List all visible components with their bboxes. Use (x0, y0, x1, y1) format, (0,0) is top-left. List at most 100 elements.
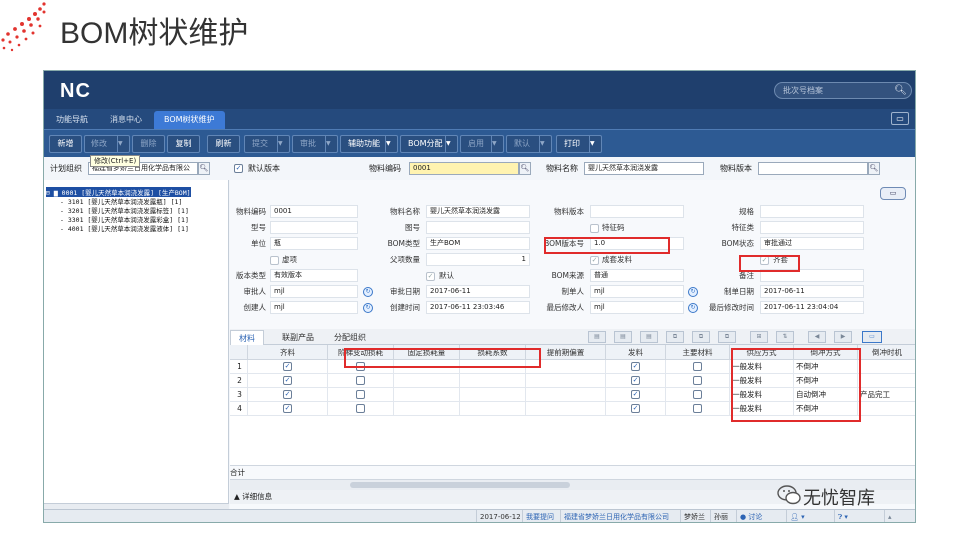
chevron-down-icon[interactable]: ▼ (277, 136, 289, 152)
top-search-input[interactable]: 批次号档案 🔍︎ (774, 82, 912, 99)
copy-button[interactable]: 复制 (167, 135, 200, 153)
backflush-timing-cell[interactable] (858, 360, 915, 374)
create-time-value[interactable]: 2017-06-11 23:03:46 (426, 301, 530, 314)
chevron-down-icon[interactable]: ▼ (445, 136, 457, 152)
model-value[interactable] (270, 221, 358, 234)
print-button[interactable]: 打印 ▼ (556, 135, 602, 153)
grid-cell[interactable] (394, 374, 460, 388)
material-version-input[interactable] (758, 162, 868, 175)
approve-date-value[interactable]: 2017-06-11 (426, 285, 530, 298)
submit-button[interactable]: 提交 ▼ (244, 135, 290, 153)
grid-cell[interactable] (526, 402, 606, 416)
approve-button[interactable]: 审批 ▼ (292, 135, 338, 153)
backflush-timing-cell[interactable] (858, 374, 915, 388)
user-ref-icon[interactable]: ↻ (688, 303, 698, 313)
search-icon[interactable]: 🔍︎ (868, 162, 880, 175)
creator-value[interactable]: mjl (270, 301, 358, 314)
zhuyao-checkbox[interactable] (693, 362, 702, 371)
qiliao-checkbox[interactable]: ✓ (283, 376, 292, 385)
grid-cell[interactable] (394, 402, 460, 416)
maker-value[interactable]: mjl (590, 285, 684, 298)
jieti-checkbox[interactable] (356, 376, 365, 385)
virtual-item-checkbox[interactable] (270, 256, 279, 265)
row-insert-icon[interactable]: ▤ (614, 331, 632, 343)
default-version-checkbox[interactable]: ✓ (234, 164, 243, 173)
user-ref-icon[interactable]: ↻ (363, 287, 373, 297)
grid-cell[interactable] (526, 388, 606, 402)
row-add-icon[interactable]: ▤ (588, 331, 606, 343)
bom-type-value[interactable]: 生产BOM (426, 237, 530, 250)
feature-class-value[interactable] (760, 221, 864, 234)
qiliao-checkbox[interactable]: ✓ (283, 390, 292, 399)
material-name-value[interactable]: 婴儿天然草本润浇发露 (426, 205, 530, 218)
modifier-value[interactable]: mjl (590, 301, 684, 314)
approver-value[interactable]: mjl (270, 285, 358, 298)
parent-qty-value[interactable]: 1 (426, 253, 530, 266)
jieti-checkbox[interactable] (356, 390, 365, 399)
row-copy-icon[interactable]: ⧉ (666, 331, 684, 343)
search-icon[interactable]: 🔍︎ (198, 162, 210, 175)
material-name-input[interactable]: 婴儿天然草本润浇发露 (584, 162, 704, 175)
user-ref-icon[interactable]: ↻ (363, 303, 373, 313)
help-icon[interactable]: ❓︎ ▾ (834, 510, 851, 522)
tab-bom-tree-maintain[interactable]: BOM树状维护 (154, 111, 225, 129)
refresh-button[interactable]: 刷新 (207, 135, 240, 153)
spec-value[interactable] (760, 205, 864, 218)
expand-icon[interactable]: ▭ (862, 331, 882, 343)
chevron-down-icon[interactable]: ▼ (589, 136, 601, 152)
user-menu-icon[interactable]: 👤︎ ▾ (786, 510, 808, 522)
chevron-down-icon[interactable]: ▼ (539, 136, 551, 152)
row-paste-end-icon[interactable]: ⧉ (718, 331, 736, 343)
grid-cell[interactable] (460, 402, 526, 416)
feature-code-checkbox[interactable] (590, 224, 599, 233)
zhuyao-checkbox[interactable] (693, 376, 702, 385)
tab-byproducts[interactable]: 联副产品 (274, 330, 322, 345)
zhuyao-checkbox[interactable] (693, 404, 702, 413)
qiliao-checkbox[interactable]: ✓ (283, 404, 292, 413)
chevron-down-icon[interactable]: ▼ (325, 136, 337, 152)
delete-button[interactable]: 删除 (132, 135, 165, 153)
default-checkbox[interactable]: ✓ (426, 272, 435, 281)
fayliao-checkbox[interactable]: ✓ (631, 404, 640, 413)
scrollbar-thumb[interactable] (350, 482, 570, 488)
grid-view-icon[interactable]: ⊞ (750, 331, 768, 343)
material-version-value[interactable] (590, 205, 684, 218)
company-link[interactable]: 福建省梦娇兰日用化学品有限公司 (560, 510, 672, 522)
kit-issue-checkbox[interactable]: ✓ (590, 256, 599, 265)
edit-button[interactable]: 修改 ▼ (84, 135, 130, 153)
assist-function-button[interactable]: 辅助功能 ▼ (340, 135, 398, 153)
tree-node[interactable]: - 4001 [婴儿天然草本润浇发露液体] [1] (60, 223, 189, 233)
backflush-timing-cell[interactable] (858, 402, 915, 416)
unit-value[interactable]: 瓶 (270, 237, 358, 250)
next-page-icon[interactable]: ▶ (834, 331, 852, 343)
chevron-down-icon[interactable]: ▼ (385, 136, 397, 152)
grid-cell[interactable] (460, 388, 526, 402)
user-ref-icon[interactable]: ↻ (688, 287, 698, 297)
tab-function-nav[interactable]: 功能导航 (46, 111, 98, 129)
version-type-value[interactable]: 有效版本 (270, 269, 358, 282)
fayliao-checkbox[interactable]: ✓ (631, 390, 640, 399)
search-icon[interactable]: 🔍︎ (519, 162, 531, 175)
drawing-no-value[interactable] (426, 221, 530, 234)
chevron-down-icon[interactable]: ▼ (491, 136, 503, 152)
sort-icon[interactable]: ⇅ (776, 331, 794, 343)
modify-time-value[interactable]: 2017-06-11 23:04:04 (760, 301, 864, 314)
tab-message-center[interactable]: 消息中心 (100, 111, 152, 129)
row-paste-icon[interactable]: ⧉ (692, 331, 710, 343)
discuss-button[interactable]: ● 讨论 (736, 510, 765, 522)
ask-question-link[interactable]: 我要提问 (522, 510, 557, 522)
row-delete-icon[interactable]: ▤ (640, 331, 658, 343)
search-icon[interactable]: 🔍︎ (894, 83, 907, 98)
fayliao-checkbox[interactable]: ✓ (631, 376, 640, 385)
tab-assign-org[interactable]: 分配组织 (326, 330, 374, 345)
material-code-input[interactable]: 0001 (409, 162, 519, 175)
grid-header[interactable]: 主要材料 (666, 345, 730, 360)
make-date-value[interactable]: 2017-06-11 (760, 285, 864, 298)
qiliao-checkbox[interactable]: ✓ (283, 362, 292, 371)
grid-cell[interactable] (526, 374, 606, 388)
material-code-value[interactable]: 0001 (270, 205, 358, 218)
window-restore-icon[interactable]: ▭ (891, 112, 909, 125)
enable-button[interactable]: 启用 ▼ (460, 135, 504, 153)
bom-assign-button[interactable]: BOM分配 ▼ (400, 135, 458, 153)
grid-header[interactable]: 齐料 (248, 345, 328, 360)
